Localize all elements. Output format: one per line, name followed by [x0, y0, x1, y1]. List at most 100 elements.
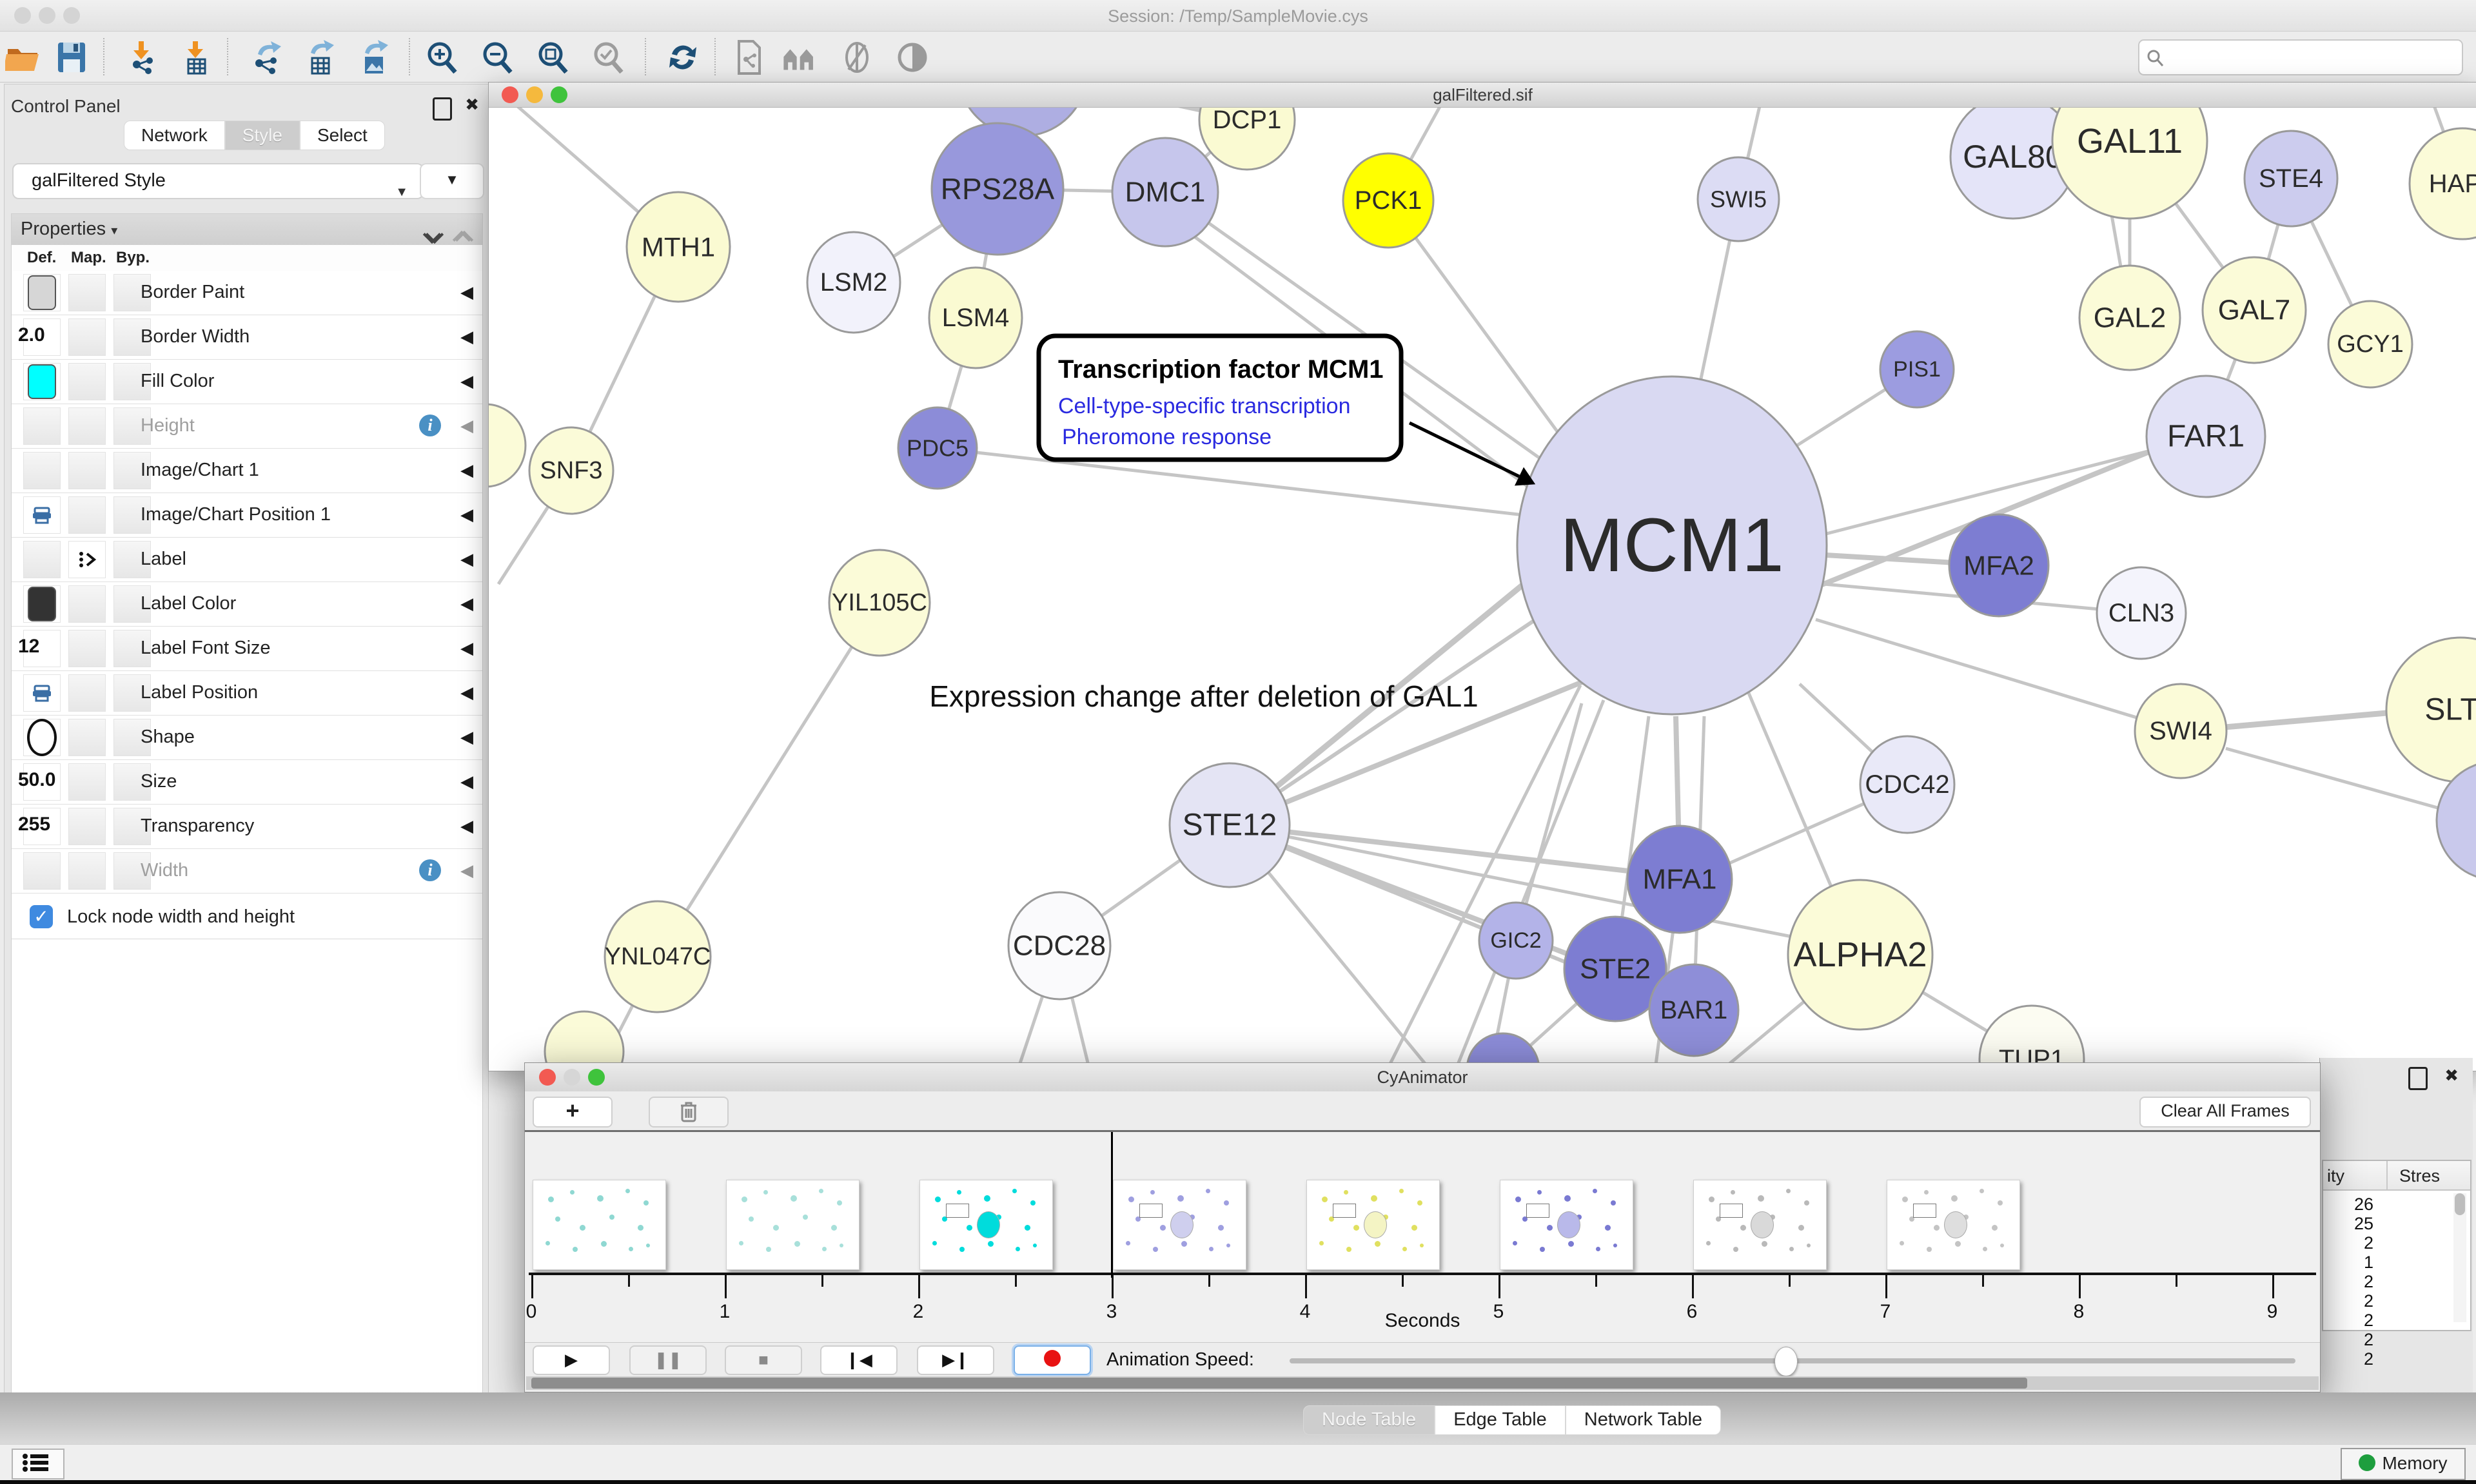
collapse-row-icon[interactable]: ◀ [460, 816, 473, 836]
collapse-row-icon[interactable]: ◀ [460, 282, 473, 302]
session-title: Session: /Temp/SampleMovie.cys [0, 6, 2476, 26]
collapse-row-icon[interactable]: ◀ [460, 327, 473, 347]
play-button[interactable]: ▶ [533, 1345, 610, 1375]
collapse-row-icon[interactable]: ◀ [460, 460, 473, 480]
svg-text:GAL7: GAL7 [2218, 295, 2291, 326]
collapse-row-icon[interactable]: ◀ [460, 772, 473, 792]
property-row-label-color[interactable]: Label Color◀ [12, 582, 482, 627]
playhead[interactable] [1111, 1132, 1113, 1278]
info-icon: i [419, 859, 441, 881]
tick-label: 5 [1493, 1301, 1504, 1323]
frame-thumbnail-2[interactable] [919, 1180, 1053, 1270]
control-panel: Control Panel ✖ NetworkStyleSelect galFi… [4, 84, 489, 1394]
task-history-button[interactable] [12, 1449, 64, 1479]
record-button[interactable] [1014, 1345, 1091, 1375]
svg-text:MFA2: MFA2 [1963, 551, 2034, 581]
control-panel-tabs: NetworkStyleSelect [124, 121, 385, 150]
network-window-titlebar: galFiltered.sif [489, 83, 2476, 108]
import-table-icon[interactable] [178, 40, 213, 75]
clear-all-frames-button[interactable]: Clear All Frames [2139, 1097, 2311, 1128]
property-row-height[interactable]: Heighti◀ [12, 404, 482, 449]
zoom-selected-icon[interactable] [591, 40, 625, 75]
skip-start-button[interactable]: ❙◀ [820, 1345, 898, 1375]
refresh-icon[interactable] [665, 40, 700, 75]
trash-icon [680, 1100, 698, 1122]
float-panel-icon[interactable] [2408, 1067, 2428, 1090]
hide-details-icon[interactable] [840, 40, 874, 75]
property-row-label[interactable]: Label◀ [12, 538, 482, 582]
property-row-image-chart-1[interactable]: Image/Chart 1◀ [12, 449, 482, 493]
svg-text:SNF3: SNF3 [540, 457, 602, 484]
delete-frame-button[interactable] [649, 1097, 729, 1128]
svg-text:DCP1: DCP1 [1213, 108, 1282, 134]
collapse-row-icon[interactable]: ◀ [460, 638, 473, 658]
tick-label: 0 [526, 1301, 537, 1323]
network-canvas[interactable]: RPS28BDCP1RPS28ADMC1MTH1LSM2LSM4PCK1SWI5… [489, 108, 2476, 1071]
collapse-row-icon[interactable]: ◀ [460, 371, 473, 391]
property-row-border-width[interactable]: 2.0Border Width◀ [12, 315, 482, 360]
pause-button[interactable]: ❚❚ [629, 1345, 707, 1375]
float-panel-icon[interactable] [433, 97, 452, 121]
skip-end-button[interactable]: ▶❙ [917, 1345, 994, 1375]
properties-header[interactable]: Properties ▾ [12, 214, 482, 246]
tab-network[interactable]: Network [124, 121, 225, 150]
network-from-selection-icon[interactable] [731, 40, 766, 75]
tab-node-table[interactable]: Node Table [1303, 1405, 1435, 1435]
export-network-icon[interactable] [249, 40, 284, 75]
stop-button[interactable]: ■ [725, 1345, 802, 1375]
collapse-row-icon[interactable]: ◀ [460, 861, 473, 881]
table-panel: ✖ ity Stres 26252122222 [2319, 1058, 2473, 1394]
save-session-icon[interactable] [54, 40, 89, 75]
style-selector-dropdown[interactable]: galFiltered Style ▼ [12, 163, 424, 199]
property-row-label-position[interactable]: Label Position◀ [12, 671, 482, 716]
tab-edge-table[interactable]: Edge Table [1435, 1405, 1566, 1435]
style-options-button[interactable]: ▼ [420, 163, 484, 199]
frame-thumbnail-7[interactable] [1887, 1180, 2020, 1270]
memory-button[interactable]: Memory [2341, 1448, 2466, 1480]
frame-thumbnail-4[interactable] [1306, 1180, 1440, 1270]
animation-speed-thumb[interactable] [1774, 1347, 1798, 1376]
svg-text:GAL2: GAL2 [2094, 302, 2166, 334]
frame-thumbnail-0[interactable] [533, 1180, 666, 1270]
property-row-label-font-size[interactable]: 12Label Font Size◀ [12, 627, 482, 671]
collapse-row-icon[interactable]: ◀ [460, 416, 473, 436]
tab-network-table[interactable]: Network Table [1566, 1405, 1721, 1435]
property-row-shape[interactable]: Shape◀ [12, 716, 482, 760]
tab-select[interactable]: Select [300, 121, 385, 150]
lock-size-checkbox[interactable]: ✓ [30, 905, 53, 928]
tick-label: 1 [720, 1301, 731, 1323]
property-row-transparency[interactable]: 255Transparency◀ [12, 805, 482, 849]
collapse-row-icon[interactable]: ◀ [460, 683, 473, 703]
frame-thumbnail-3[interactable] [1113, 1180, 1246, 1270]
close-panel-icon[interactable]: ✖ [465, 95, 479, 115]
export-table-icon[interactable] [302, 40, 337, 75]
frame-thumbnail-5[interactable] [1500, 1180, 1633, 1270]
property-row-border-paint[interactable]: Border Paint◀ [12, 271, 482, 315]
property-row-image-chart-position-1[interactable]: Image/Chart Position 1◀ [12, 493, 482, 538]
property-row-fill-color[interactable]: Fill Color◀ [12, 360, 482, 404]
properties-panel: Properties ▾ Def. Map. Byp. Border Paint… [11, 213, 483, 1393]
collapse-row-icon[interactable]: ◀ [460, 505, 473, 525]
close-panel-icon[interactable]: ✖ [2444, 1066, 2459, 1086]
timeline-scrollbar[interactable] [526, 1376, 2319, 1390]
property-row-size[interactable]: 50.0Size◀ [12, 760, 482, 805]
add-frame-button[interactable]: + [533, 1097, 613, 1128]
open-session-icon[interactable] [5, 40, 40, 75]
collapse-row-icon[interactable]: ◀ [460, 594, 473, 614]
import-network-icon[interactable] [124, 40, 159, 75]
table-column-headers[interactable]: ity Stres [2323, 1161, 2470, 1191]
tab-style[interactable]: Style [225, 121, 300, 150]
zoom-out-icon[interactable] [480, 40, 515, 75]
nested-networks-icon[interactable] [781, 40, 816, 75]
property-row-width[interactable]: Widthi◀ [12, 849, 482, 893]
show-details-icon[interactable] [895, 40, 930, 75]
table-scrollbar[interactable] [2453, 1193, 2466, 1322]
zoom-in-icon[interactable] [424, 40, 459, 75]
search-input[interactable] [2138, 39, 2463, 75]
collapse-row-icon[interactable]: ◀ [460, 549, 473, 569]
frame-thumbnail-6[interactable] [1693, 1180, 1827, 1270]
export-image-icon[interactable] [356, 40, 391, 75]
zoom-fit-icon[interactable] [535, 40, 570, 75]
collapse-row-icon[interactable]: ◀ [460, 727, 473, 747]
frame-thumbnail-1[interactable] [726, 1180, 860, 1270]
